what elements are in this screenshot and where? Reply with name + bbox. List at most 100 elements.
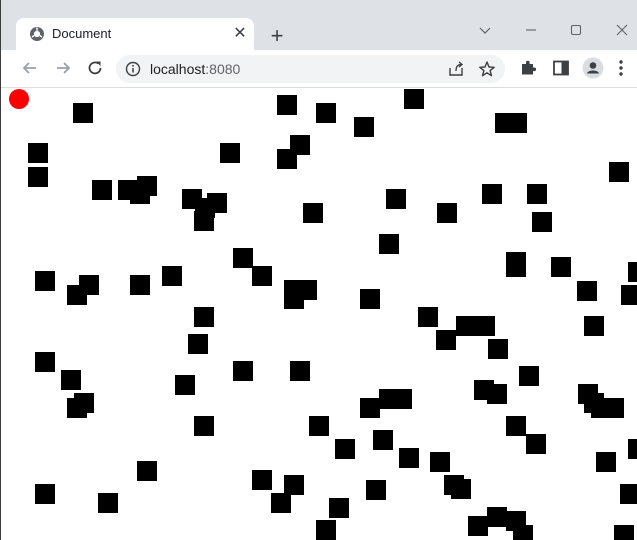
address-bar[interactable]: localhost:8080	[116, 55, 505, 83]
obstacle-square	[277, 95, 297, 115]
tab-document[interactable]: Document ✕	[16, 18, 254, 50]
obstacle-square	[386, 189, 406, 209]
menu-kebab-icon[interactable]	[615, 58, 627, 78]
obstacle-square	[604, 398, 624, 418]
obstacle-square	[271, 493, 291, 513]
close-icon[interactable]: ✕	[232, 26, 248, 42]
tab-strip: Document ✕ +	[1, 0, 637, 50]
obstacle-square	[28, 143, 48, 163]
minimize-button[interactable]	[513, 16, 549, 44]
extensions-puzzle-icon[interactable]	[518, 58, 538, 78]
obstacle-square	[335, 439, 355, 459]
obstacle-square	[551, 257, 571, 277]
obstacle-square	[404, 89, 424, 109]
obstacle-square	[451, 479, 471, 499]
obstacle-square	[468, 516, 488, 536]
player-dot[interactable]	[9, 89, 29, 109]
obstacle-square	[456, 316, 476, 336]
obstacle-square	[309, 416, 329, 436]
obstacle-square	[137, 461, 157, 481]
obstacle-square	[220, 143, 240, 163]
obstacle-square	[577, 281, 597, 301]
obstacle-square	[399, 448, 419, 468]
reload-icon[interactable]	[85, 58, 105, 78]
url-port: :8080	[205, 61, 241, 77]
obstacle-square	[194, 416, 214, 436]
obstacle-square	[614, 525, 634, 540]
obstacle-square	[621, 285, 637, 305]
obstacle-square	[437, 203, 457, 223]
obstacle-square	[584, 316, 604, 336]
obstacle-square	[329, 498, 349, 518]
obstacle-square	[475, 316, 495, 336]
obstacle-square	[35, 352, 55, 372]
info-icon[interactable]	[125, 61, 141, 77]
obstacle-square	[130, 275, 150, 295]
obstacle-square	[527, 184, 547, 204]
obstacle-square	[379, 234, 399, 254]
obstacle-square	[373, 430, 393, 450]
obstacle-square	[35, 484, 55, 504]
obstacle-square	[506, 257, 526, 277]
obstacle-square	[628, 439, 637, 459]
obstacle-square	[487, 384, 507, 404]
obstacle-square	[284, 475, 304, 495]
obstacle-square	[98, 493, 118, 513]
obstacle-square	[316, 103, 336, 123]
obstacle-square	[290, 361, 310, 381]
obstacle-square	[392, 389, 412, 409]
side-panel-icon[interactable]	[551, 58, 571, 78]
obstacle-square	[162, 266, 182, 286]
obstacle-square	[596, 452, 616, 472]
obstacle-square	[194, 307, 214, 327]
obstacle-square	[188, 334, 208, 354]
url-text: localhost:8080	[150, 61, 240, 77]
obstacle-square	[35, 271, 55, 291]
obstacle-square	[628, 262, 637, 282]
share-icon[interactable]	[447, 60, 465, 78]
obstacle-square	[354, 117, 374, 137]
obstacle-square	[513, 525, 533, 540]
obstacle-square	[175, 375, 195, 395]
obstacle-square	[360, 398, 380, 418]
obstacle-square	[284, 289, 304, 309]
close-window-button[interactable]	[604, 16, 637, 44]
obstacle-square	[620, 484, 637, 504]
browser-window: Document ✕ + localhost:8080	[0, 0, 637, 540]
obstacle-square	[360, 289, 380, 309]
star-icon[interactable]	[478, 60, 496, 78]
obstacle-square	[488, 339, 508, 359]
obstacle-square	[487, 507, 507, 527]
obstacle-square	[233, 361, 253, 381]
obstacle-square	[28, 167, 48, 187]
obstacle-square	[418, 307, 438, 327]
obstacle-square	[252, 470, 272, 490]
profile-avatar-icon[interactable]	[582, 57, 604, 79]
obstacle-square	[507, 113, 527, 133]
obstacle-square	[194, 211, 214, 231]
obstacle-square	[519, 366, 539, 386]
tab-title: Document	[52, 26, 112, 41]
obstacle-square	[303, 203, 323, 223]
obstacle-square	[430, 452, 450, 472]
obstacle-square	[92, 180, 112, 200]
obstacle-square	[532, 212, 552, 232]
obstacle-square	[207, 193, 227, 213]
obstacle-square	[436, 330, 456, 350]
obstacle-square	[526, 434, 546, 454]
obstacle-square	[137, 176, 157, 196]
globe-icon	[30, 27, 44, 41]
back-arrow-icon[interactable]	[20, 58, 40, 78]
maximize-button[interactable]	[558, 16, 594, 44]
forward-arrow-icon[interactable]	[53, 58, 73, 78]
obstacle-square	[61, 370, 81, 390]
browser-toolbar: localhost:8080	[1, 50, 637, 88]
obstacle-square	[506, 416, 526, 436]
chevron-down-icon[interactable]	[467, 16, 503, 44]
new-tab-button[interactable]: +	[265, 25, 289, 49]
obstacle-square	[366, 480, 386, 500]
obstacle-square	[482, 184, 502, 204]
obstacle-square	[277, 149, 297, 169]
obstacle-square	[252, 266, 272, 286]
game-canvas[interactable]	[2, 88, 637, 540]
